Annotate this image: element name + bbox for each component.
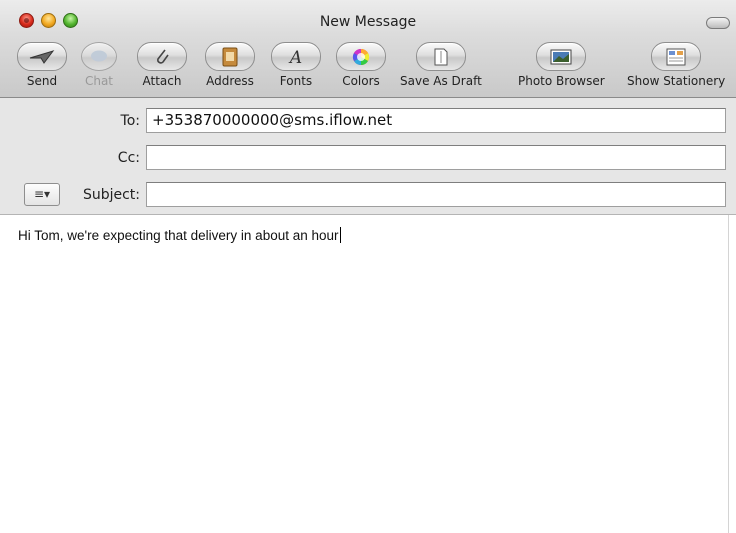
- show-stationery-label: Show Stationery: [627, 74, 726, 88]
- window-title: New Message: [319, 14, 417, 30]
- send-button[interactable]: Send: [17, 42, 67, 88]
- subject-label: Subject:: [82, 187, 140, 203]
- scrollbar-edge: [728, 215, 729, 533]
- message-body-text[interactable]: Hi Tom, we're expecting that delivery in…: [18, 227, 341, 243]
- message-body[interactable]: Hi Tom, we're expecting that delivery in…: [0, 215, 736, 533]
- photo-browser-label: Photo Browser: [518, 74, 605, 88]
- attach-button[interactable]: Attach: [137, 42, 187, 88]
- fonts-button[interactable]: A Fonts: [271, 42, 321, 88]
- save-as-draft-label: Save As Draft: [400, 74, 482, 88]
- chat-label: Chat: [84, 74, 114, 88]
- to-field[interactable]: +353870000000@sms.iflow.net: [146, 108, 726, 133]
- attach-label: Attach: [142, 74, 182, 88]
- toolbar-toggle-button[interactable]: [706, 17, 730, 29]
- colors-label: Colors: [342, 74, 380, 88]
- font-icon: A: [288, 48, 302, 67]
- text-caret: [339, 227, 341, 243]
- cc-label: Cc:: [117, 150, 140, 166]
- message-text: Hi Tom, we're expecting that delivery in…: [18, 228, 339, 243]
- title-toolbar: New Message Send Chat Attach Address A F…: [0, 0, 736, 98]
- color-wheel-icon: [352, 48, 370, 65]
- cc-field[interactable]: [146, 145, 726, 170]
- send-label: Send: [26, 74, 58, 88]
- photo-icon: [550, 49, 572, 64]
- address-label: Address: [206, 74, 254, 88]
- fonts-label: Fonts: [279, 74, 313, 88]
- svg-text:A: A: [288, 48, 302, 67]
- to-label: To:: [120, 113, 140, 129]
- show-stationery-button[interactable]: Show Stationery: [627, 42, 725, 88]
- speech-bubble-icon: [91, 50, 107, 61]
- paper-plane-icon: [29, 49, 55, 64]
- stationery-icon: [666, 48, 686, 65]
- chat-button[interactable]: Chat: [81, 42, 117, 88]
- header-options-menu-button[interactable]: ≡▾: [24, 183, 60, 206]
- photo-browser-button[interactable]: Photo Browser: [518, 42, 605, 88]
- draft-icon: [434, 48, 448, 65]
- mail-compose-window: New Message Send Chat Attach Address A F…: [0, 0, 736, 533]
- subject-field[interactable]: [146, 182, 726, 207]
- save-as-draft-button[interactable]: Save As Draft: [400, 42, 482, 88]
- address-book-icon: [222, 47, 238, 66]
- address-button[interactable]: Address: [205, 42, 255, 88]
- paperclip-icon: [157, 49, 169, 64]
- colors-button[interactable]: Colors: [336, 42, 386, 88]
